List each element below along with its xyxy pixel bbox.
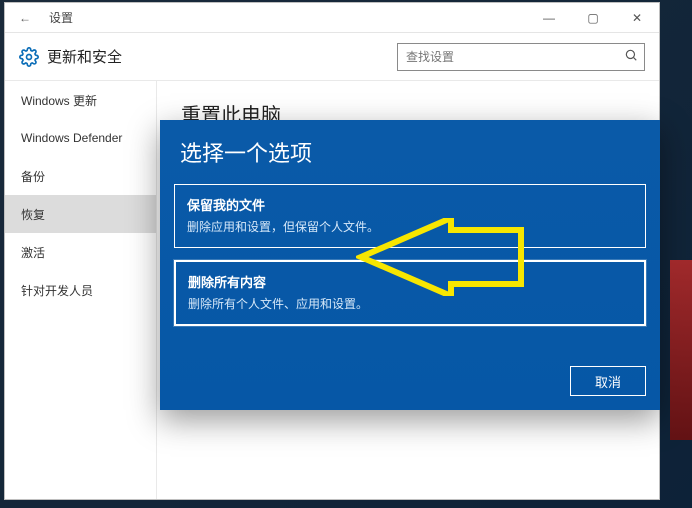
sidebar-item-label: Windows Defender [21,131,122,145]
section-title: 更新和安全 [47,46,122,67]
header: 更新和安全 [5,33,659,81]
option-desc: 删除应用和设置，但保留个人文件。 [187,218,633,235]
maximize-icon: ▢ [587,11,598,25]
desktop: ← 设置 — ▢ ✕ 更新和安全 [0,0,692,508]
sidebar-item-label: Windows 更新 [21,92,97,109]
sidebar-item-label: 备份 [21,168,45,185]
maximize-button[interactable]: ▢ [571,3,615,32]
reset-dialog: 选择一个选项 保留我的文件 删除应用和设置，但保留个人文件。 删除所有内容 删除… [160,120,660,410]
sidebar-item-recovery[interactable]: 恢复 [5,195,156,233]
search-box[interactable] [397,43,645,71]
cancel-label: 取消 [595,372,621,391]
search-icon [624,48,638,65]
minimize-button[interactable]: — [527,3,571,32]
desktop-background-strip [670,260,692,440]
window-title: 设置 [45,9,73,26]
sidebar-item-label: 恢复 [21,206,45,223]
sidebar: Windows 更新 Windows Defender 备份 恢复 激活 针对开… [5,81,157,499]
search-input[interactable] [406,50,624,64]
close-button[interactable]: ✕ [615,3,659,32]
option-title: 保留我的文件 [187,195,633,214]
minimize-icon: — [543,11,555,25]
window-controls: — ▢ ✕ [527,3,659,32]
option-title: 删除所有内容 [188,272,632,291]
sidebar-item-developers[interactable]: 针对开发人员 [5,271,156,309]
cancel-button[interactable]: 取消 [570,366,646,396]
option-remove-everything[interactable]: 删除所有内容 删除所有个人文件、应用和设置。 [174,260,646,326]
gear-icon [19,47,39,67]
sidebar-item-windows-update[interactable]: Windows 更新 [5,81,156,119]
back-icon: ← [19,11,31,25]
dialog-title: 选择一个选项 [174,136,646,168]
dialog-footer: 取消 [174,366,646,396]
titlebar: ← 设置 — ▢ ✕ [5,3,659,33]
option-desc: 删除所有个人文件、应用和设置。 [188,295,632,312]
sidebar-item-activation[interactable]: 激活 [5,233,156,271]
option-keep-files[interactable]: 保留我的文件 删除应用和设置，但保留个人文件。 [174,184,646,248]
sidebar-item-windows-defender[interactable]: Windows Defender [5,119,156,157]
sidebar-item-label: 激活 [21,244,45,261]
close-icon: ✕ [632,11,642,25]
sidebar-item-backup[interactable]: 备份 [5,157,156,195]
back-button[interactable]: ← [5,3,45,32]
sidebar-item-label: 针对开发人员 [21,282,93,299]
